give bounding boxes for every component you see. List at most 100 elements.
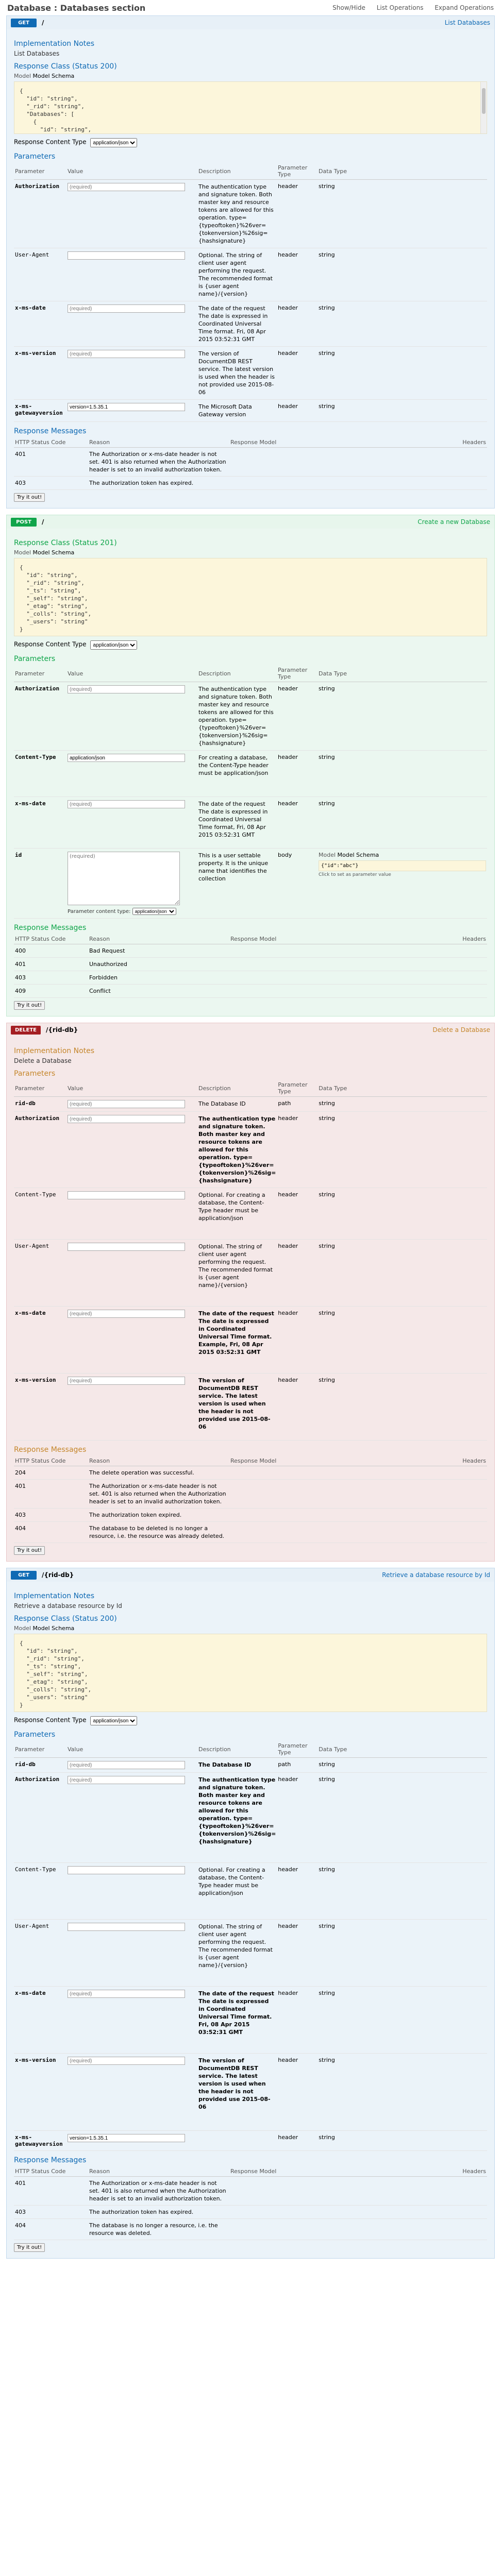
param-description: The authentication type and signature to…	[197, 179, 277, 248]
expand-operations-link[interactable]: Expand Operations	[435, 4, 494, 11]
param-value-input[interactable]	[68, 2057, 185, 2065]
parameters-heading: Parameters	[14, 655, 56, 663]
response-model	[229, 1479, 398, 1509]
param-description: The version of DocumentDB REST service. …	[197, 346, 277, 400]
param-value-input[interactable]	[68, 251, 185, 260]
schema-scrollbar-thumb[interactable]	[482, 88, 486, 114]
http-method-badge[interactable]: POST	[11, 517, 37, 527]
operation-header[interactable]: DELETE /{rid-db} Delete a Database	[7, 1023, 494, 1037]
model-schema-tab[interactable]: Model Schema	[338, 852, 379, 858]
try-it-out-button[interactable]: Try it out!	[14, 1546, 45, 1555]
model-schema-box[interactable]: { "id": "string", "_rid": "string", "_ts…	[14, 1634, 487, 1712]
implementation-notes-heading: Implementation Notes	[14, 1592, 95, 1600]
operation-header[interactable]: POST / Create a new Database	[7, 515, 494, 529]
param-content-type-select[interactable]: application/json	[132, 908, 176, 915]
response-content-type-select[interactable]: application/json	[90, 138, 138, 147]
param-name: Authorization	[14, 1772, 66, 1863]
param-value-input[interactable]	[68, 1990, 185, 1998]
body-model-example[interactable]: {"id":"abc"}	[319, 860, 486, 871]
data-type: string	[318, 1239, 487, 1307]
response-content-type-select[interactable]: application/json	[90, 1716, 138, 1725]
try-it-out-button[interactable]: Try it out!	[14, 1001, 45, 1010]
parameters-heading: Parameters	[14, 1070, 56, 1078]
param-name: x-ms-version	[14, 346, 66, 400]
param-value-input[interactable]	[68, 685, 185, 693]
schema-scrollbar[interactable]	[480, 82, 487, 133]
model-tab[interactable]: Model	[14, 549, 31, 556]
http-method-badge[interactable]: GET	[11, 18, 37, 27]
response-content-type-select[interactable]: application/json	[90, 640, 138, 650]
response-headers	[397, 1466, 487, 1480]
param-type: path	[277, 1757, 318, 1773]
resource-title[interactable]: Database : Databases section	[7, 3, 145, 13]
operation-header[interactable]: GET / List Databases	[7, 16, 494, 29]
operation-path[interactable]: /{rid-db}	[46, 1026, 78, 1033]
param-value-input[interactable]	[68, 1761, 185, 1769]
col-header: Response Model	[229, 2166, 398, 2177]
show-hide-link[interactable]: Show/Hide	[332, 4, 365, 11]
param-value-input[interactable]	[68, 1115, 185, 1123]
param-value-input[interactable]	[68, 1377, 185, 1385]
status-code: 401	[14, 2176, 88, 2206]
operation-summary[interactable]: Delete a Database	[432, 1026, 490, 1033]
try-it-out-button[interactable]: Try it out!	[14, 493, 45, 502]
operation-summary[interactable]: List Databases	[445, 19, 490, 26]
param-value-input[interactable]	[68, 1310, 185, 1318]
model-tab[interactable]: Model	[319, 852, 336, 858]
try-it-out-button[interactable]: Try it out!	[14, 2243, 45, 2252]
param-value-input[interactable]	[68, 1866, 185, 1874]
operation-path[interactable]: /{rid-db}	[42, 1571, 74, 1579]
resource-links: Show/Hide List Operations Expand Operati…	[323, 4, 494, 11]
data-type: string	[318, 399, 487, 422]
param-value-input[interactable]	[68, 2134, 185, 2142]
operation-path[interactable]: /	[42, 518, 44, 526]
param-value-cell	[66, 301, 197, 347]
body-textarea[interactable]	[68, 852, 180, 905]
data-type: string	[318, 1306, 487, 1374]
param-value-input[interactable]	[68, 754, 185, 762]
status-reason: Bad Request	[88, 944, 229, 958]
response-messages-table: HTTP Status Code Reason Response Model H…	[14, 934, 487, 998]
parameters-header-row: Parameter Value Description Parameter Ty…	[14, 665, 487, 682]
operation-path[interactable]: /	[42, 19, 44, 26]
param-value-input[interactable]	[68, 1191, 185, 1199]
model-schema-tab[interactable]: Model Schema	[33, 73, 75, 79]
model-schema-tab[interactable]: Model Schema	[33, 549, 75, 556]
col-header: Description	[197, 163, 277, 180]
operation-summary[interactable]: Retrieve a database resource by Id	[382, 1571, 490, 1579]
param-value-cell	[66, 346, 197, 400]
http-method-badge[interactable]: GET	[11, 1570, 37, 1580]
param-type: header	[277, 2130, 318, 2151]
param-value-input[interactable]	[68, 1100, 185, 1108]
model-schema-tab[interactable]: Model Schema	[33, 1625, 75, 1632]
param-value-input[interactable]	[68, 800, 185, 808]
status-reason: The Authorization or x-ms-date header is…	[88, 2176, 229, 2206]
col-header: HTTP Status Code	[14, 437, 88, 448]
model-schema-box[interactable]: { "id": "string", "_rid": "string", "Dat…	[14, 81, 487, 134]
model-tab[interactable]: Model	[14, 1625, 31, 1632]
operation-summary[interactable]: Create a new Database	[417, 518, 490, 526]
param-type: header	[277, 1919, 318, 1987]
operation-header[interactable]: GET /{rid-db} Retrieve a database resour…	[7, 1568, 494, 1582]
http-method-badge[interactable]: DELETE	[11, 1025, 41, 1035]
model-tab[interactable]: Model	[14, 73, 31, 79]
data-type: string	[318, 2053, 487, 2131]
model-schema-box[interactable]: { "id": "string", "_rid": "string", "_ts…	[14, 558, 487, 636]
list-operations-link[interactable]: List Operations	[377, 4, 424, 11]
parameter-row: x-ms-date The date of the request The da…	[14, 1306, 487, 1374]
param-value-input[interactable]	[68, 1923, 185, 1931]
data-type: string	[318, 1919, 487, 1987]
param-value-input[interactable]	[68, 350, 185, 358]
response-headers	[397, 2205, 487, 2219]
param-value-input[interactable]	[68, 183, 185, 191]
resource-name[interactable]: Database	[7, 3, 51, 13]
status-code: 401	[14, 957, 88, 971]
param-description: The date of the request The date is expr…	[197, 1986, 277, 2054]
param-value-input[interactable]	[68, 403, 185, 411]
col-header: Data Type	[318, 1080, 487, 1097]
status-code: 401	[14, 1479, 88, 1509]
param-value-input[interactable]	[68, 1243, 185, 1251]
param-value-input[interactable]	[68, 1776, 185, 1784]
param-value-input[interactable]	[68, 304, 185, 313]
param-name: Authorization	[14, 179, 66, 248]
